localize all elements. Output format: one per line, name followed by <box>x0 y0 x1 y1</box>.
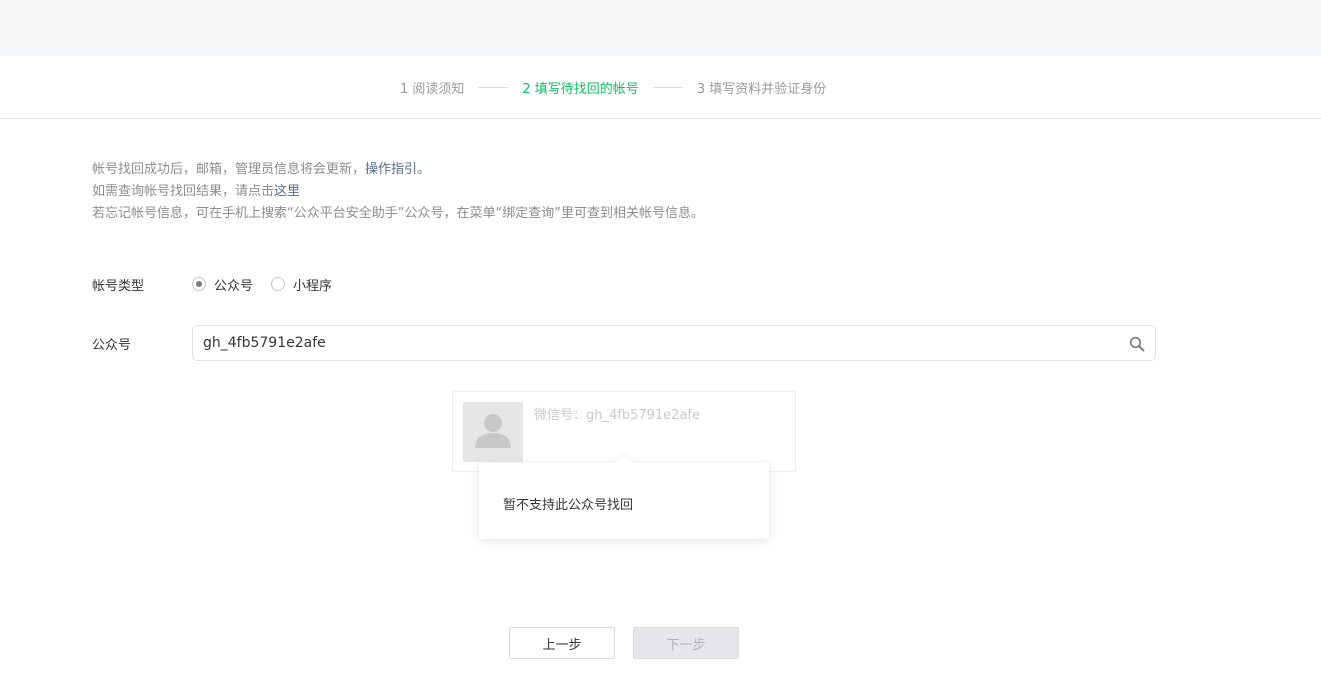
operation-guide-link[interactable]: 操作指引。 <box>365 162 430 177</box>
popover-message: 暂不支持此公众号找回 <box>503 498 634 513</box>
step-divider <box>652 86 683 88</box>
top-header-band <box>0 0 1321 56</box>
account-field-label: 公众号 <box>92 337 132 353</box>
radio-mini-program[interactable]: 小程序 <box>271 275 332 294</box>
query-result-link[interactable]: 这里 <box>274 184 300 199</box>
account-search-input[interactable] <box>193 326 1155 360</box>
wechat-id-text: 微信号：gh_4fb5791e2afe <box>534 408 700 423</box>
account-field-row: 公众号 <box>92 325 1156 361</box>
notice-text: 帐号找回成功后，邮箱，管理员信息将会更新，操作指引。 如需查询帐号找回结果，请点… <box>92 159 704 225</box>
step-verify-identity: 3 填写资料并验证身份 <box>696 81 827 97</box>
account-type-label: 帐号类型 <box>92 278 145 294</box>
step-fill-account: 2 填写待找回的帐号 <box>522 81 639 97</box>
previous-step-button[interactable]: 上一步 <box>509 627 615 659</box>
step-divider <box>478 86 509 88</box>
step-read-notice: 1 阅读须知 <box>400 81 465 97</box>
account-search-box <box>192 325 1156 361</box>
radio-unchecked-icon[interactable] <box>271 277 286 291</box>
avatar <box>463 402 523 462</box>
radio-official-account[interactable]: 公众号 <box>192 275 253 294</box>
notice-line-1: 帐号找回成功后，邮箱，管理员信息将会更新，操作指引。 <box>92 162 431 177</box>
notice-line-3: 若忘记帐号信息，可在手机上搜索“公众平台安全助手”公众号，在菜单“绑定查询”里可… <box>92 206 704 221</box>
unsupported-popover: 暂不支持此公众号找回 <box>479 454 769 539</box>
step-indicator: 1 阅读须知 2 填写待找回的帐号 3 填写资料并验证身份 <box>0 56 1321 119</box>
account-type-row: 帐号类型 公众号 小程序 <box>92 274 350 294</box>
next-step-button[interactable]: 下一步 <box>633 627 739 659</box>
user-silhouette-icon <box>475 414 511 448</box>
radio-checked-icon[interactable] <box>192 277 206 291</box>
search-icon[interactable] <box>1129 336 1145 352</box>
notice-line-2: 如需查询帐号找回结果，请点击这里 <box>92 184 301 199</box>
